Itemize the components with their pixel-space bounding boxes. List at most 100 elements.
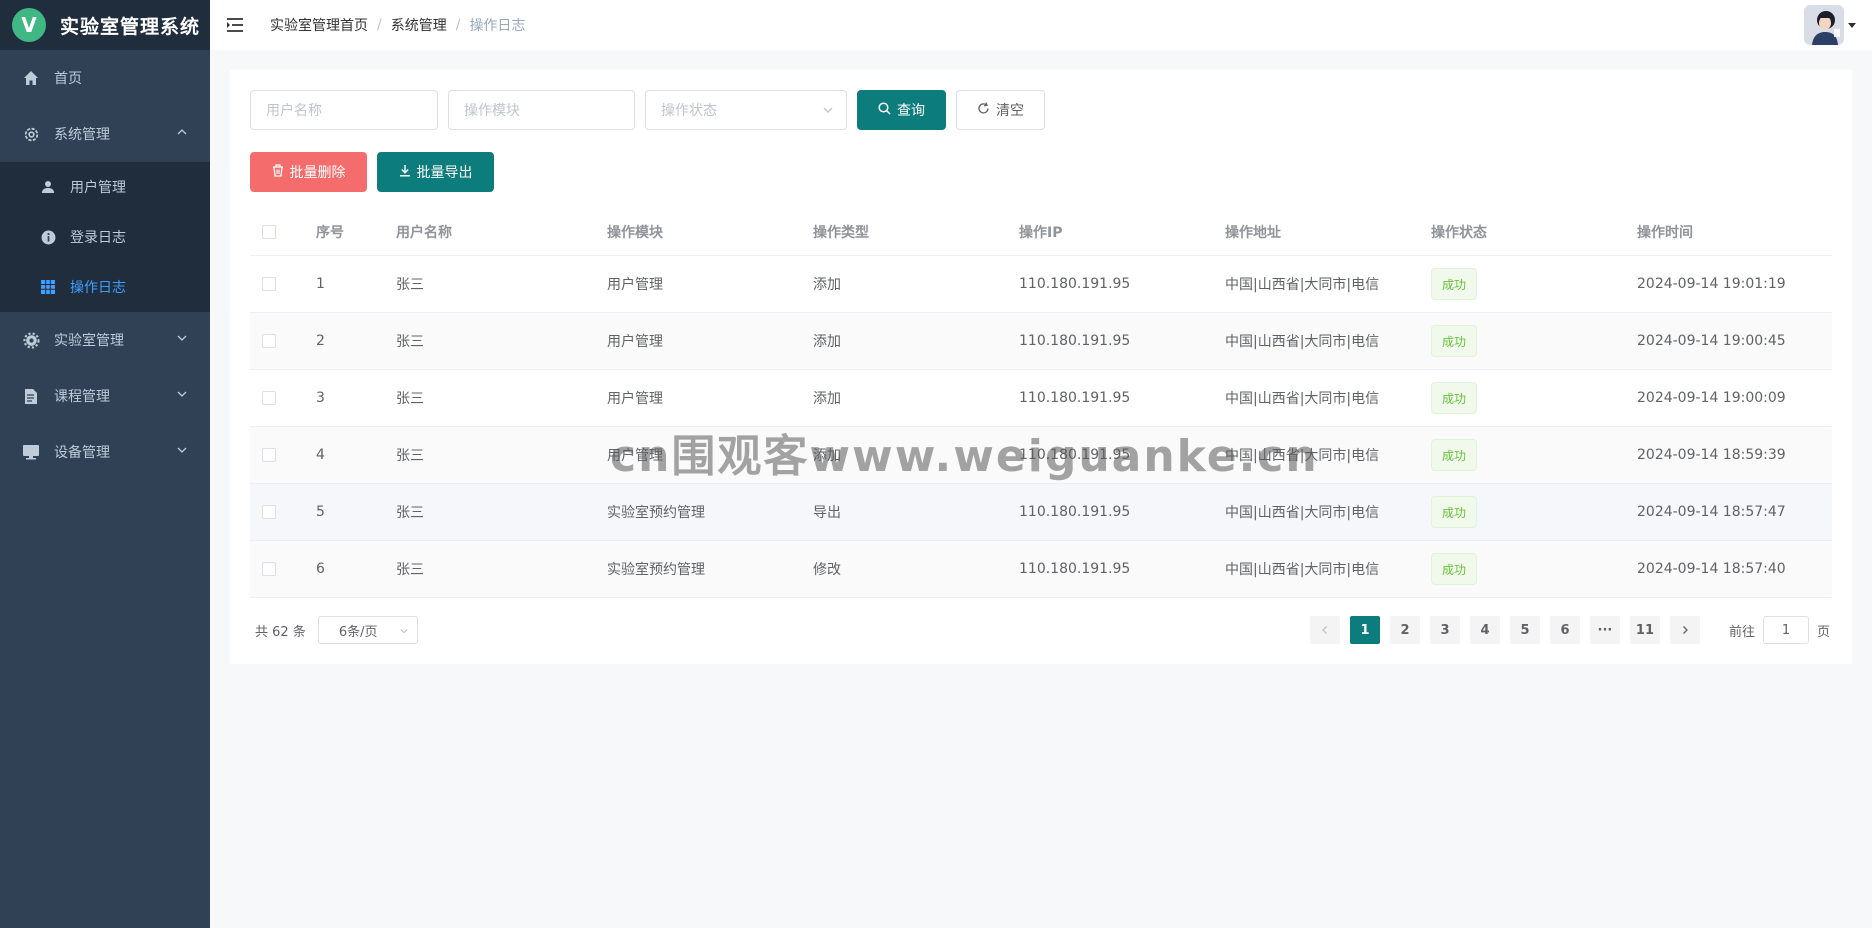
page-number[interactable]: 1	[1349, 616, 1380, 644]
cell-status: 成功	[1431, 325, 1637, 357]
sidebar-item-equipment[interactable]: 设备管理	[0, 424, 210, 480]
gear-icon	[22, 125, 40, 143]
row-checkbox[interactable]	[262, 562, 276, 576]
sidebar-item-users[interactable]: 用户管理	[0, 162, 210, 212]
user-menu[interactable]	[1804, 5, 1856, 45]
batch-delete-button[interactable]: 批量删除	[250, 152, 367, 192]
cell-time: 2024-09-14 19:00:09	[1637, 390, 1786, 406]
page-size-value: 6条/页	[338, 624, 378, 640]
caret-down-icon	[1848, 17, 1856, 33]
more-pages-button[interactable]: ···	[1589, 616, 1620, 644]
home-icon	[22, 69, 40, 87]
sidebar-item-login-log[interactable]: 登录日志	[0, 212, 210, 262]
clear-button[interactable]: 清空	[956, 90, 1045, 130]
table-row[interactable]: 6 张三 实验室预约管理 修改 110.180.191.95 中国|山西省|大同…	[250, 541, 1832, 598]
sidebar-item-course[interactable]: 课程管理	[0, 368, 210, 424]
cell-index: 6	[316, 561, 325, 577]
table-row[interactable]: 3 张三 用户管理 添加 110.180.191.95 中国|山西省|大同市|电…	[250, 370, 1832, 427]
cell-module: 用户管理	[607, 391, 663, 407]
row-checkbox-cell	[250, 277, 316, 291]
module-input[interactable]: 操作模块	[448, 90, 635, 130]
page-number[interactable]: 4	[1469, 616, 1500, 644]
info-icon	[40, 229, 56, 245]
cell-ip: 110.180.191.95	[1019, 333, 1131, 349]
cell-type: 添加	[813, 448, 841, 464]
breadcrumb-home[interactable]: 实验室管理首页	[270, 15, 368, 35]
cell-ip: 110.180.191.95	[1019, 390, 1131, 406]
search-button[interactable]: 查询	[857, 90, 946, 130]
filter-row: 用户名称 操作模块 操作状态 查询 清空	[250, 90, 1045, 130]
row-checkbox[interactable]	[262, 391, 276, 405]
table-row[interactable]: 4 张三 用户管理 添加 110.180.191.95 中国|山西省|大同市|电…	[250, 427, 1832, 484]
column-header: 操作状态	[1431, 224, 1487, 241]
sidebar-item-label: 登录日志	[70, 230, 126, 246]
column-header: 操作类型	[813, 224, 869, 241]
column-header: 操作时间	[1637, 224, 1693, 241]
status-select[interactable]: 操作状态	[645, 90, 847, 130]
cell-index: 3	[316, 390, 325, 406]
page-size-select[interactable]: 6条/页	[317, 616, 418, 644]
cell-status: 成功	[1431, 382, 1637, 414]
cell-type: 添加	[813, 277, 841, 293]
sidebar-item-system[interactable]: 系统管理	[0, 106, 210, 162]
cell-module: 用户管理	[607, 448, 663, 464]
row-checkbox-cell	[250, 334, 316, 348]
search-button-label: 查询	[897, 103, 925, 119]
cell-username: 张三	[396, 334, 424, 350]
page-number[interactable]: 5	[1509, 616, 1540, 644]
sidebar-item-home[interactable]: 首页	[0, 50, 210, 106]
column-header: 操作模块	[607, 224, 663, 241]
status-badge: 成功	[1431, 496, 1478, 528]
monitor-icon	[22, 443, 40, 461]
cell-module: 用户管理	[607, 334, 663, 350]
header-checkbox-cell	[250, 224, 316, 239]
row-checkbox[interactable]	[262, 505, 276, 519]
page-number[interactable]: 11	[1629, 616, 1660, 644]
select-all-checkbox[interactable]	[262, 224, 276, 239]
goto-suffix: 页	[1816, 624, 1830, 640]
cell-status: 成功	[1431, 268, 1637, 300]
row-checkbox[interactable]	[262, 334, 276, 348]
goto-prefix: 前往	[1728, 624, 1755, 640]
avatar[interactable]	[1804, 5, 1844, 45]
cell-type: 添加	[813, 334, 841, 350]
batch-export-button[interactable]: 批量导出	[377, 152, 494, 192]
breadcrumb-system[interactable]: 系统管理	[391, 15, 447, 35]
status-badge: 成功	[1431, 268, 1478, 300]
row-checkbox[interactable]	[262, 448, 276, 462]
table-row[interactable]: 2 张三 用户管理 添加 110.180.191.95 中国|山西省|大同市|电…	[250, 313, 1832, 370]
cell-time: 2024-09-14 18:57:47	[1637, 504, 1786, 520]
prev-page-button[interactable]	[1309, 616, 1340, 644]
cell-ip: 110.180.191.95	[1019, 561, 1131, 577]
cell-username: 张三	[396, 448, 424, 464]
cell-time: 2024-09-14 18:59:39	[1637, 447, 1786, 463]
cell-module: 实验室预约管理	[607, 562, 705, 578]
page-number[interactable]: 3	[1429, 616, 1460, 644]
chevron-down-icon	[176, 444, 188, 460]
table-row[interactable]: 1 张三 用户管理 添加 110.180.191.95 中国|山西省|大同市|电…	[250, 256, 1832, 313]
grid-icon	[40, 279, 56, 295]
menu-toggle-icon[interactable]	[226, 15, 246, 35]
cell-status: 成功	[1431, 496, 1637, 528]
row-checkbox-cell	[250, 391, 316, 405]
status-select-placeholder: 操作状态	[661, 103, 717, 119]
row-checkbox-cell	[250, 562, 316, 576]
goto-page-input[interactable]: 1	[1762, 616, 1809, 644]
row-checkbox[interactable]	[262, 277, 276, 291]
vue-logo-icon: V	[12, 8, 46, 42]
operation-log-table: 序号 用户名称 操作模块 操作类型 操作IP 操作地址 操作状态 操作时间 1 …	[250, 208, 1832, 598]
cell-ip: 110.180.191.95	[1019, 447, 1131, 463]
page-number[interactable]: 2	[1389, 616, 1420, 644]
search-icon	[878, 101, 891, 119]
next-page-button[interactable]	[1669, 616, 1700, 644]
table-row[interactable]: 5 张三 实验室预约管理 导出 110.180.191.95 中国|山西省|大同…	[250, 484, 1832, 541]
page-number[interactable]: 6	[1549, 616, 1580, 644]
sidebar-item-operation-log[interactable]: 操作日志	[0, 262, 210, 312]
table-body: 1 张三 用户管理 添加 110.180.191.95 中国|山西省|大同市|电…	[250, 256, 1832, 598]
cell-index: 4	[316, 447, 325, 463]
username-input[interactable]: 用户名称	[250, 90, 438, 130]
app-logo[interactable]: V 实验室管理系统	[0, 0, 210, 50]
column-header: 操作地址	[1225, 224, 1281, 241]
sidebar-item-lab[interactable]: 实验室管理	[0, 312, 210, 368]
cell-index: 5	[316, 504, 325, 520]
